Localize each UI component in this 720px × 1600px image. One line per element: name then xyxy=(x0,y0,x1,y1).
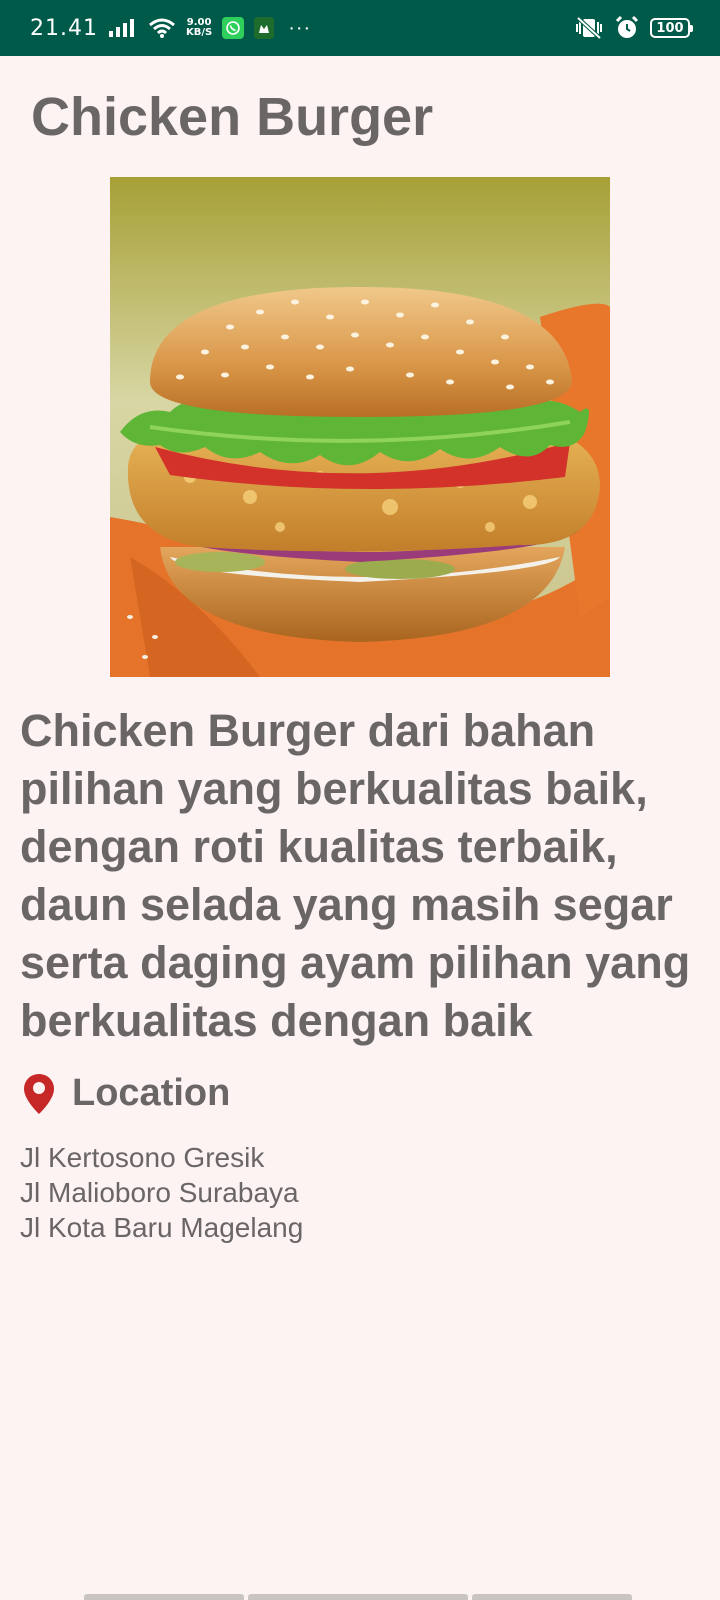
food-description: Chicken Burger dari bahan pilihan yang b… xyxy=(20,705,691,1046)
vibrate-off-icon xyxy=(574,16,604,40)
status-bar: 21.41 9.00 KB/S ··· 100 xyxy=(0,0,720,56)
navigation-gesture-bar[interactable] xyxy=(84,1594,632,1600)
page-title: Chicken Burger xyxy=(31,87,434,147)
location-item: Jl Malioboro Surabaya xyxy=(20,1177,299,1208)
status-bar-left: 21.41 9.00 KB/S ··· xyxy=(30,16,311,41)
location-header: Location xyxy=(22,1072,230,1115)
nav-hint-center[interactable] xyxy=(248,1594,468,1600)
network-speed-unit: KB/S xyxy=(185,27,213,38)
status-time: 21.41 xyxy=(30,15,98,41)
network-speed: 9.00 KB/S xyxy=(186,18,212,38)
signal-icon xyxy=(108,18,138,38)
nav-hint-left[interactable] xyxy=(84,1594,244,1600)
app-notification-icon xyxy=(254,17,275,39)
location-pin-icon xyxy=(22,1073,56,1115)
more-notifications-icon: ··· xyxy=(288,16,312,39)
location-item: Jl Kota Baru Magelang xyxy=(20,1212,304,1243)
chicken-burger-image xyxy=(110,177,610,677)
battery-icon: 100 xyxy=(650,18,693,38)
location-list: Jl Kertosono Gresik Jl Malioboro Surabay… xyxy=(20,1140,303,1245)
whatsapp-icon xyxy=(222,17,245,39)
alarm-icon xyxy=(614,15,640,41)
location-label: Location xyxy=(72,1072,231,1114)
status-bar-right: 100 xyxy=(574,15,693,41)
nav-hint-right[interactable] xyxy=(472,1594,632,1600)
wifi-icon xyxy=(148,17,176,39)
food-image xyxy=(110,177,610,677)
location-item: Jl Kertosono Gresik xyxy=(20,1142,265,1173)
